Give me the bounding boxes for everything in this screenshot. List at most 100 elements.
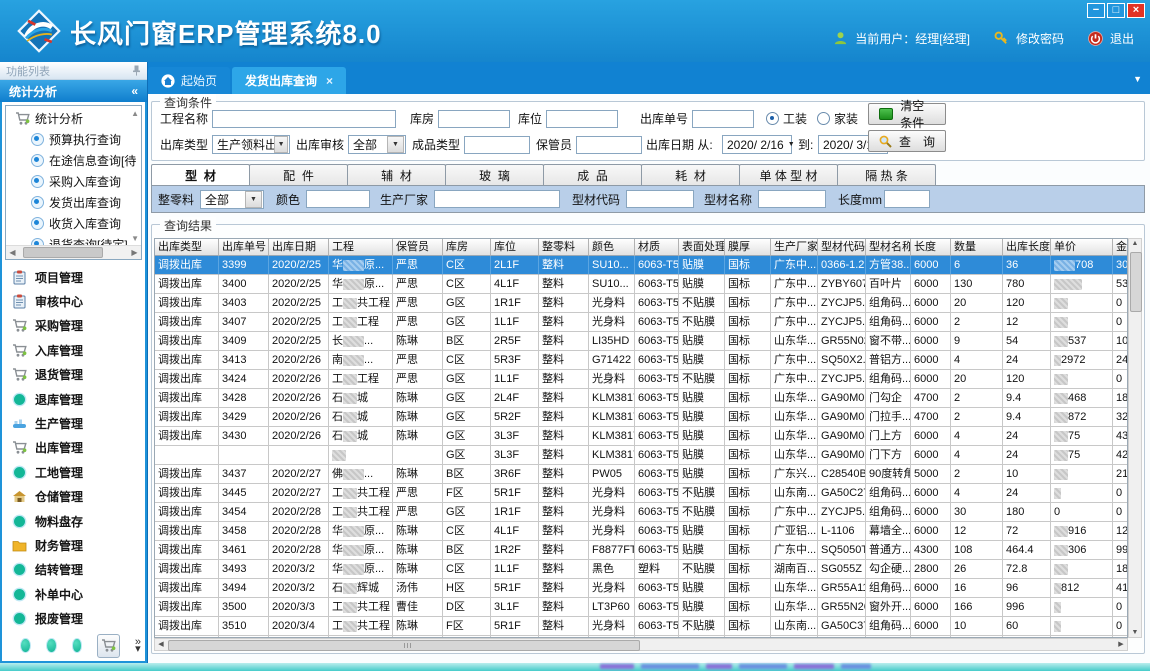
table-row[interactable]: 调拨出库34372020/2/27佛...陈琳B区3R6F整料PW056063-… xyxy=(155,465,1127,484)
minimize-button[interactable]: − xyxy=(1087,3,1105,18)
tab-overflow-caret-icon[interactable]: ▼ xyxy=(1133,74,1142,84)
column-header[interactable]: 出库日期 xyxy=(269,239,329,256)
material-tab-1[interactable]: 型 材 xyxy=(151,164,250,185)
search-button[interactable]: 查 询 xyxy=(868,130,946,152)
table-row[interactable]: 调拨出库34452020/2/27工共工程严思F区5R1F整料光身料6063-T… xyxy=(155,484,1127,503)
table-row[interactable]: 调拨出库33992020/2/25华原...严思C区2L1F整料SU10...6… xyxy=(155,256,1127,275)
warehouse-input[interactable] xyxy=(438,110,510,128)
profile-code-input[interactable] xyxy=(626,190,694,208)
results-table[interactable]: 出库类型出库单号出库日期工程保管员库房库位整零料颜色材质表面处理膜厚生产厂家型材… xyxy=(154,238,1128,638)
pin-icon[interactable] xyxy=(132,65,141,76)
table-row[interactable]: 调拨出库34132020/2/26南...严思C区5R3F整料G71422606… xyxy=(155,351,1127,370)
column-header[interactable]: 膜厚 xyxy=(725,239,771,256)
keeper-input[interactable] xyxy=(576,136,642,154)
tree-horizontal-scrollbar[interactable]: ◀ ▶ xyxy=(6,245,141,259)
column-header[interactable]: 数量 xyxy=(951,239,1003,256)
sidebar-item-项目管理[interactable]: 项目管理 xyxy=(12,265,145,289)
column-header[interactable]: 型材代码 xyxy=(818,239,866,256)
out-type-combo[interactable]: 生产领料出库▼ xyxy=(212,135,290,154)
column-header[interactable]: 出库单号 xyxy=(219,239,269,256)
material-tab-5[interactable]: 成 品 xyxy=(543,164,642,185)
radio-gongzhuang[interactable] xyxy=(766,112,779,125)
radio-gongzhuang-label[interactable]: 工装 xyxy=(783,110,807,127)
table-row[interactable]: 调拨出库34072020/2/25工工程严思G区1L1F整料光身料6063-T5… xyxy=(155,313,1127,332)
table-row[interactable]: 调拨出库35002020/3/3工共工程曹佳D区3L1F整料LT3P606063… xyxy=(155,598,1127,617)
tree-item[interactable]: 发货出库查询 xyxy=(6,192,141,213)
module-cart-button[interactable] xyxy=(97,634,119,658)
table-row[interactable]: 调拨出库34612020/2/28华原...陈琳B区1R2F整料F8877FT6… xyxy=(155,541,1127,560)
column-header[interactable]: 单价 xyxy=(1051,239,1113,256)
scroll-thumb[interactable] xyxy=(1130,252,1142,312)
clear-conditions-button[interactable]: 清空条件 xyxy=(868,103,946,125)
project-name-input[interactable] xyxy=(212,110,396,128)
sidebar-item-物料盘存[interactable]: 物料盘存 xyxy=(12,509,145,533)
material-tab-8[interactable]: 隔 热 条 xyxy=(837,164,936,185)
scroll-left-icon[interactable]: ◀ xyxy=(155,639,167,650)
logout-link[interactable]: 退出 xyxy=(1110,30,1134,47)
column-header[interactable]: 型材名称 xyxy=(866,239,911,256)
scroll-right-icon[interactable]: ▶ xyxy=(1115,639,1127,650)
table-row[interactable]: 调拨出库34282020/2/26石城陈琳G区2L4F整料KLM38176063… xyxy=(155,389,1127,408)
tab-shipping-outbound-query[interactable]: 发货出库查询 × xyxy=(232,67,346,94)
scroll-down-icon[interactable]: ▼ xyxy=(1129,629,1141,636)
part-combo[interactable]: 全部▼ xyxy=(200,190,264,209)
tree-item[interactable]: 采购入库查询 xyxy=(6,171,141,192)
table-row[interactable]: 调拨出库34002020/2/25华原...严思C区4L1F整料SU10...6… xyxy=(155,275,1127,294)
table-row[interactable]: 调拨出库34092020/2/25长...陈琳B区2R5F整料LI35HD606… xyxy=(155,332,1127,351)
sidebar-item-结转管理[interactable]: 结转管理 xyxy=(12,558,145,582)
table-row[interactable]: 调拨出库34292020/2/26石城陈琳G区5R2F整料KLM38176063… xyxy=(155,408,1127,427)
material-tab-7[interactable]: 单 体 型 材 xyxy=(739,164,838,185)
more-modules-chevron[interactable]: »▾ xyxy=(135,639,141,653)
sidebar-item-补单中心[interactable]: 补单中心 xyxy=(12,582,145,606)
sidebar-item-工地管理[interactable]: 工地管理 xyxy=(12,460,145,484)
table-row[interactable]: 调拨出库34582020/2/28华原...陈琳C区4L1F整料光身料6063-… xyxy=(155,522,1127,541)
radio-jiazhuang-label[interactable]: 家装 xyxy=(834,110,858,127)
table-row[interactable]: 调拨出库34942020/3/2石辉城汤伟H区5R1F整料光身料6063-T5贴… xyxy=(155,579,1127,598)
material-tab-2[interactable]: 配 件 xyxy=(249,164,348,185)
audit-combo[interactable]: 全部▼ xyxy=(348,135,406,154)
order-no-input[interactable] xyxy=(692,110,754,128)
module-dot-icon[interactable] xyxy=(72,638,83,653)
column-header[interactable]: 库位 xyxy=(491,239,539,256)
material-tab-6[interactable]: 耗 材 xyxy=(641,164,740,185)
table-row[interactable]: 调拨出库34302020/2/26石城陈琳G区3L3F整料KLM38176063… xyxy=(155,427,1127,446)
color-input[interactable] xyxy=(306,190,370,208)
change-password-link[interactable]: 修改密码 xyxy=(1016,30,1064,47)
material-tab-4[interactable]: 玻 璃 xyxy=(445,164,544,185)
column-header[interactable]: 工程 xyxy=(329,239,393,256)
tab-start-page[interactable]: 起始页 xyxy=(148,67,230,94)
tree-scroll-down-icon[interactable]: ▼ xyxy=(131,234,139,243)
module-dot-icon[interactable] xyxy=(20,638,31,653)
sidebar-item-退库管理[interactable]: 退库管理 xyxy=(12,387,145,411)
sidebar-item-入库管理[interactable]: 入库管理 xyxy=(12,338,145,362)
sidebar-item-出库管理[interactable]: 出库管理 xyxy=(12,436,145,460)
material-tab-3[interactable]: 辅 材 xyxy=(347,164,446,185)
scroll-up-icon[interactable]: ▲ xyxy=(1129,240,1141,247)
column-header[interactable]: 金 xyxy=(1113,239,1128,256)
scroll-right-icon[interactable]: ▶ xyxy=(128,248,141,257)
sidebar-item-采购管理[interactable]: 采购管理 xyxy=(12,314,145,338)
maker-input[interactable] xyxy=(434,190,560,208)
column-header[interactable]: 颜色 xyxy=(589,239,635,256)
column-header[interactable]: 长度 xyxy=(911,239,951,256)
table-row[interactable]: 调拨出库34542020/2/28工共工程严思G区1R1F整料光身料6063-T… xyxy=(155,503,1127,522)
column-header[interactable]: 生产厂家 xyxy=(771,239,818,256)
date-from-picker[interactable]: 2020/ 2/16▼ xyxy=(722,135,792,154)
tree-item[interactable]: 预算执行查询 xyxy=(6,129,141,150)
sidebar-item-退货管理[interactable]: 退货管理 xyxy=(12,363,145,387)
sidebar-item-生产管理[interactable]: 生产管理 xyxy=(12,411,145,435)
sidebar-item-报废管理[interactable]: 报废管理 xyxy=(12,606,145,630)
column-header[interactable]: 表面处理 xyxy=(679,239,725,256)
scroll-left-icon[interactable]: ◀ xyxy=(6,248,19,257)
length-input[interactable] xyxy=(884,190,930,208)
scroll-thumb[interactable] xyxy=(168,640,640,651)
sidebar-item-审核中心[interactable]: 审核中心 xyxy=(12,289,145,313)
scroll-thumb[interactable] xyxy=(23,247,103,258)
table-row[interactable]: G区3L3F整料KLM38176063-T5贴膜国标山东华...GA90M09.… xyxy=(155,446,1127,465)
column-header[interactable]: 库房 xyxy=(443,239,491,256)
sidebar-section-header[interactable]: 统计分析 « xyxy=(0,80,147,102)
tree-scroll-up-icon[interactable]: ▲ xyxy=(131,109,139,118)
tree-item[interactable]: 在途信息查询[待 xyxy=(6,150,141,171)
tree-item[interactable]: 收货入库查询 xyxy=(6,213,141,234)
radio-jiazhuang[interactable] xyxy=(817,112,830,125)
